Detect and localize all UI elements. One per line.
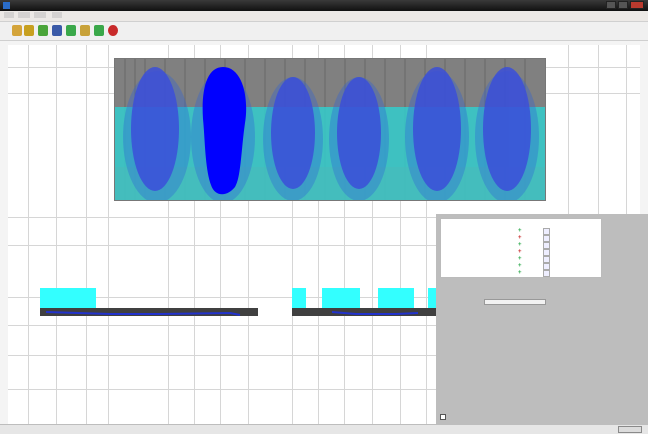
table-row[interactable]: + [443,242,598,249]
minimize-button[interactable] [606,1,616,9]
table-row[interactable]: + [443,235,598,242]
table-row[interactable]: + [443,228,598,235]
heatmap-panel[interactable] [114,58,546,201]
footprint-5 [413,67,461,191]
window-controls [606,1,644,9]
status-button[interactable] [618,426,642,433]
menu-item-file[interactable] [4,12,14,18]
timeline-right[interactable] [292,288,438,318]
forward-icon[interactable] [38,25,48,36]
plus-icon[interactable] [66,25,76,36]
footprint-1 [131,67,179,191]
grid-icon[interactable] [52,25,62,36]
arrow-up-icon: + [518,235,522,241]
arrow-up-icon: + [518,256,522,262]
close-button[interactable] [630,1,644,9]
checkbox-row[interactable] [440,414,448,420]
app-window: + + + + + + + [0,0,648,434]
menu-item-edit[interactable] [18,12,30,18]
arrow-up-icon: + [518,263,522,269]
timeline-left[interactable] [40,288,260,318]
table-row[interactable]: + [443,256,598,263]
flag-icon[interactable] [80,25,90,36]
checkbox[interactable] [440,414,446,420]
footprint-4 [337,77,381,189]
folder-icon[interactable] [24,25,34,36]
title-bar [0,0,648,11]
data-table: + + + + + + + [440,218,602,278]
table-row[interactable]: + [443,263,598,270]
open-icon[interactable] [12,25,22,36]
arrow-up-icon: + [518,270,522,276]
maximize-button[interactable] [618,1,628,9]
table-row[interactable]: + [443,270,598,277]
menu-bar [0,11,648,22]
menu-item-view[interactable] [34,12,46,18]
menu-item-help[interactable] [52,12,62,18]
toolbar [0,22,648,41]
footprint-6 [483,67,531,191]
arrow-up-icon: + [518,228,522,234]
marker-icon[interactable] [94,25,104,36]
arrow-up-icon: + [518,249,522,255]
stop-icon[interactable] [108,25,118,36]
footprint-3 [271,77,315,189]
arrow-up-icon: + [518,242,522,248]
app-icon [3,2,10,9]
table-row[interactable]: + [443,249,598,256]
value-slider[interactable] [484,299,546,305]
